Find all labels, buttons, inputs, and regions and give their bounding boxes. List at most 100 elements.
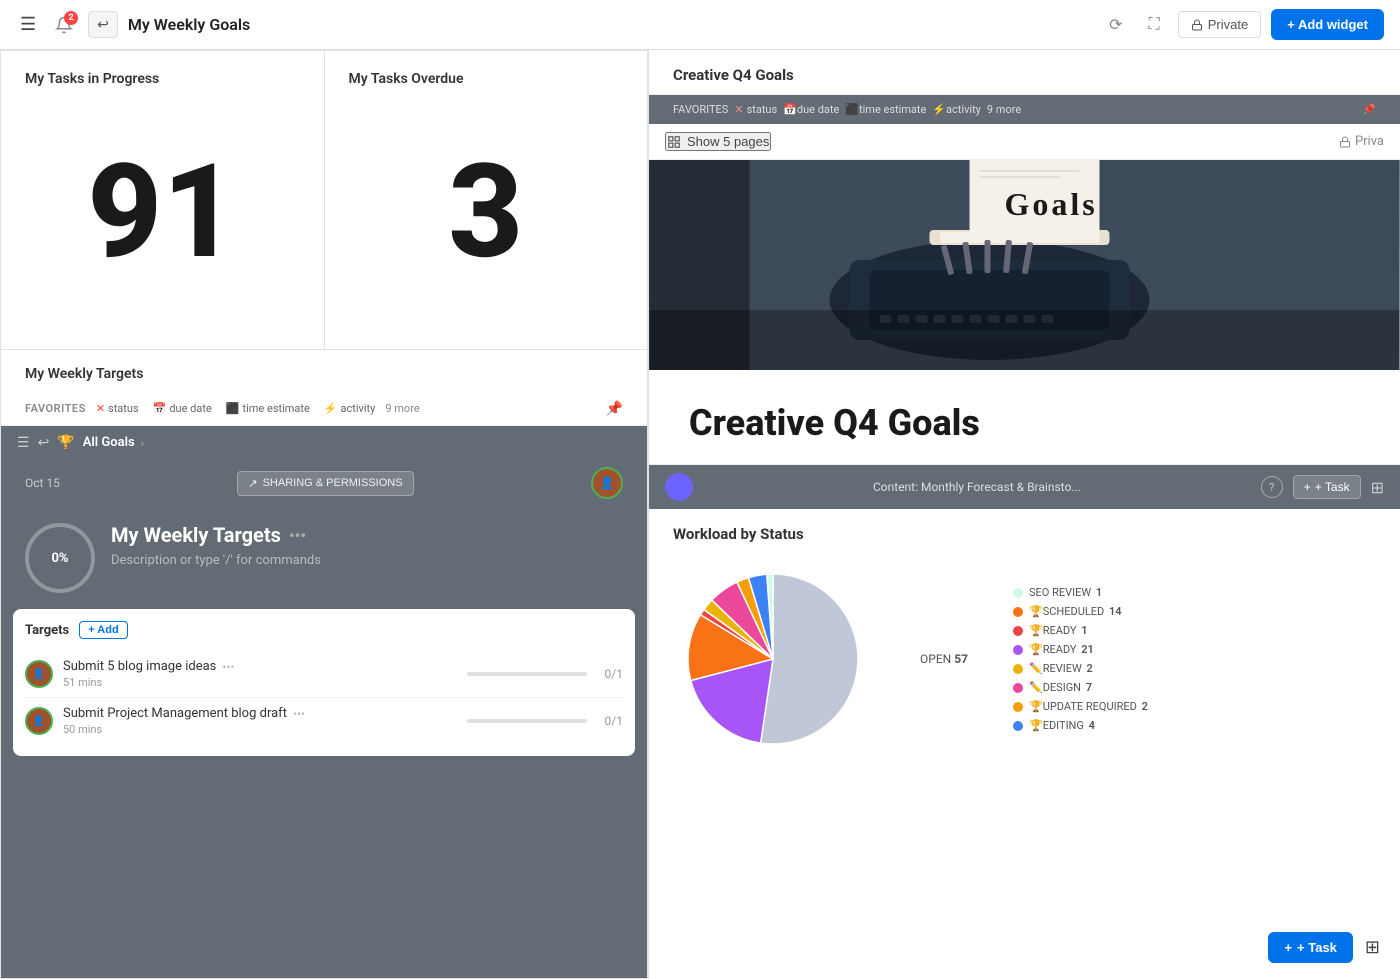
goal-options-dots[interactable]: •••: [289, 526, 306, 545]
goal-meta: Oct 15 ↗ SHARING & PERMISSIONS 👤: [1, 459, 647, 507]
goal-inner: ☰ ↩ 🏆 All Goals › Oct 15 ↗ SHARING & PER…: [1, 426, 647, 978]
target-avatar-1: 👤: [25, 660, 53, 688]
cq4-help-button[interactable]: ?: [1261, 476, 1283, 498]
target-item: 👤 Submit 5 blog image ideas ••• 51 mins …: [25, 651, 623, 698]
legend-dot-ready1: [1013, 626, 1023, 636]
user-avatar: 👤: [591, 467, 623, 499]
cq4-filter-fav[interactable]: FAVORITES: [673, 103, 728, 116]
workload-chart: OPEN 57 SEO REVIEW 1 🏆SCHEDULED 14: [673, 559, 1376, 759]
legend-dot-editing: [1013, 721, 1023, 731]
cq4-page-title: Creative Q4 Goals: [649, 370, 1400, 465]
left-panel: My Tasks in Progress 91 My Tasks Overdue…: [0, 50, 648, 979]
tasks-overdue-widget: My Tasks Overdue 3: [325, 50, 649, 350]
typewriter-image: Goals: [649, 160, 1400, 370]
goal-info: My Weekly Targets ••• Description or typ…: [111, 523, 623, 568]
tasks-overdue-title: My Tasks Overdue: [349, 71, 624, 87]
add-target-button[interactable]: + Add: [79, 621, 127, 639]
page-title: My Weekly Goals: [128, 15, 250, 34]
filter-due-date[interactable]: 📅due date: [149, 400, 216, 417]
notif-count: 2: [64, 11, 78, 25]
pie-chart: [673, 559, 893, 759]
show-pages-button[interactable]: Show 5 pages: [665, 132, 771, 151]
legend-scheduled: 🏆SCHEDULED 14: [1013, 605, 1376, 618]
targets-section-header: Targets + Add: [25, 621, 623, 639]
stat-row: My Tasks in Progress 91 My Tasks Overdue…: [0, 50, 648, 350]
sharing-button[interactable]: ↗ SHARING & PERMISSIONS: [237, 471, 413, 496]
header: ☰ 2 ↩ My Weekly Goals ⟳ ⛶ Private + Add …: [0, 0, 1400, 50]
header-right: ⟳ ⛶ Private + Add widget: [1101, 9, 1384, 40]
back-button[interactable]: ↩: [88, 11, 118, 38]
priv-label: Priva: [1339, 134, 1384, 149]
target-ratio-1: 0/1: [605, 667, 623, 681]
cq4-more-filter[interactable]: 9 more: [987, 103, 1021, 116]
progress-circle: 0%: [25, 523, 95, 593]
goal-menu-button[interactable]: ☰: [17, 434, 30, 451]
targets-header: My Weekly Targets: [1, 350, 647, 392]
cq4-filter-activity[interactable]: ⚡activity: [932, 103, 981, 116]
progress-value: 0%: [51, 551, 68, 566]
legend-dot-design: [1013, 683, 1023, 693]
legend-dot-seo: [1013, 588, 1023, 598]
apps-icon-button[interactable]: ⊞: [1361, 933, 1384, 962]
goal-name: My Weekly Targets •••: [111, 523, 623, 547]
legend-dot-review: [1013, 664, 1023, 674]
cq4-filter-time[interactable]: ⬛time estimate: [845, 103, 926, 116]
goal-back-button[interactable]: ↩: [38, 434, 50, 451]
legend-dot-scheduled: [1013, 607, 1023, 617]
target-time-2: 50 mins: [63, 723, 457, 736]
target-item-2: 👤 Submit Project Management blog draft •…: [25, 698, 623, 744]
pin-button[interactable]: 📌: [606, 401, 623, 417]
goal-bc-all-goals[interactable]: All Goals: [83, 435, 135, 450]
goal-trophy-button[interactable]: 🏆: [57, 434, 74, 451]
bottom-task-bar: + + Task ⊞: [1268, 932, 1384, 963]
cq4-title: Creative Q4 Goals: [673, 66, 1376, 84]
tasks-overdue-value: 3: [349, 95, 624, 329]
legend-update-required: 🏆UPDATE REQUIRED 2: [1013, 700, 1376, 713]
targets-section: Targets + Add 👤 Submit 5 blog image idea…: [13, 609, 635, 756]
expand-button[interactable]: ⛶: [1141, 12, 1168, 38]
refresh-button[interactable]: ⟳: [1101, 11, 1130, 39]
filter-activity[interactable]: ⚡activity: [320, 400, 380, 417]
target-progress-bar-2: [467, 719, 587, 723]
add-widget-button[interactable]: + Add widget: [1271, 9, 1384, 40]
target-name-2: Submit Project Management blog draft •••: [63, 706, 457, 721]
cq4-filters-bar: FAVORITES ✕status 📅due date ⬛time estima…: [649, 95, 1400, 124]
weekly-targets-widget: My Weekly Targets FAVORITES ✕status 📅due…: [0, 350, 648, 979]
private-button[interactable]: Private: [1178, 11, 1261, 38]
targets-section-label: Targets: [25, 623, 69, 638]
target-dots-1[interactable]: •••: [222, 660, 234, 674]
workload-title: Workload by Status: [673, 525, 1376, 543]
cq4-filter-status[interactable]: ✕status: [734, 103, 777, 116]
target-dots-2[interactable]: •••: [293, 707, 305, 721]
target-details-1: Submit 5 blog image ideas ••• 51 mins: [63, 659, 457, 689]
filter-favorites[interactable]: FAVORITES: [25, 402, 86, 415]
cq4-bottom-bar: Content: Monthly Forecast & Brainsto... …: [649, 465, 1400, 509]
tasks-in-progress-widget: My Tasks in Progress 91: [0, 50, 325, 350]
cq4-user-avatar: [665, 473, 693, 501]
menu-button[interactable]: ☰: [16, 10, 40, 39]
legend-dot-ready21: [1013, 645, 1023, 655]
tasks-in-progress-value: 91: [25, 95, 300, 329]
target-time-1: 51 mins: [63, 676, 457, 689]
legend-ready1: 🏆READY 1: [1013, 624, 1376, 637]
bottom-task-button[interactable]: + + Task: [1268, 932, 1352, 963]
filter-more[interactable]: 9 more: [385, 402, 419, 415]
cq4-task-button[interactable]: + + Task: [1293, 475, 1361, 499]
private-label: Private: [1208, 17, 1248, 32]
targets-title: My Weekly Targets: [25, 366, 623, 382]
filter-status[interactable]: ✕status: [92, 400, 143, 417]
notification-badge[interactable]: 2: [50, 11, 78, 39]
cq4-pin-button[interactable]: 📌: [1362, 103, 1376, 116]
show-pages-label: Show 5 pages: [687, 134, 769, 149]
legend-ready21: 🏆READY 21: [1013, 643, 1376, 656]
goal-breadcrumb: All Goals ›: [83, 435, 145, 450]
legend-editing: 🏆EDITING 4: [1013, 719, 1376, 732]
cq4-grid-icon[interactable]: ⊞: [1371, 478, 1384, 497]
goal-description: Description or type '/' for commands: [111, 553, 623, 568]
target-avatar-2: 👤: [25, 707, 53, 735]
cq4-filter-due-date[interactable]: 📅due date: [783, 103, 839, 116]
right-panel: Creative Q4 Goals FAVORITES ✕status 📅due…: [648, 50, 1400, 979]
filter-time-estimate[interactable]: ⬛time estimate: [222, 400, 314, 417]
target-ratio-2: 0/1: [605, 714, 623, 728]
bottom-task-label: + Task: [1297, 940, 1337, 955]
